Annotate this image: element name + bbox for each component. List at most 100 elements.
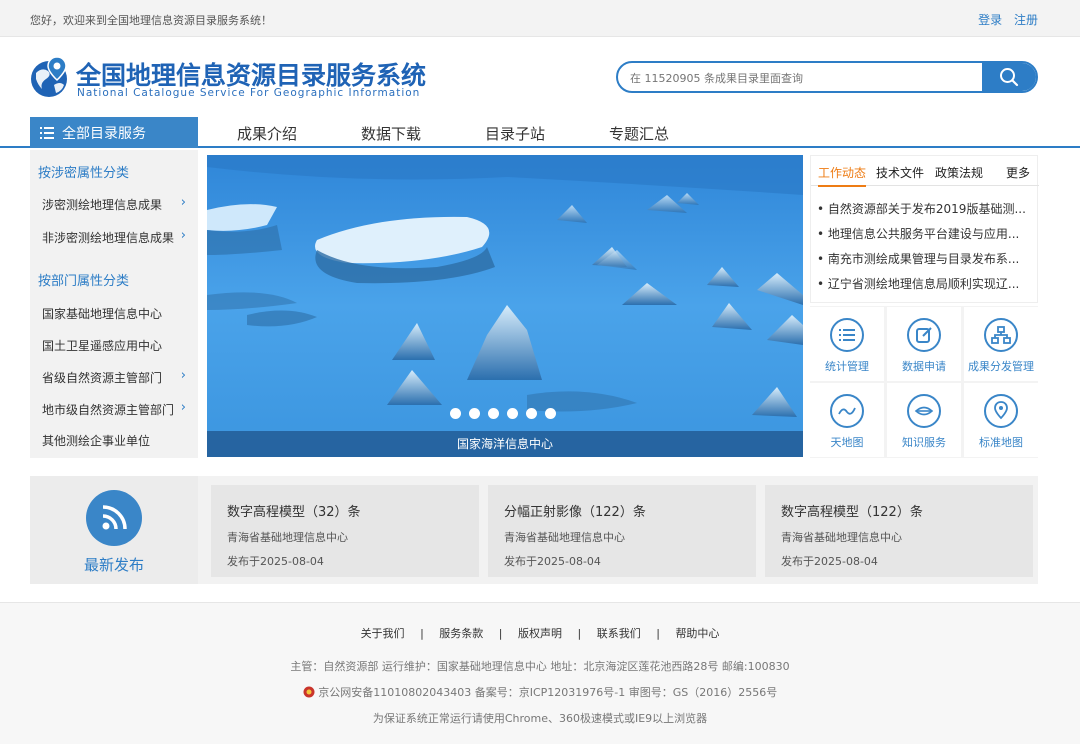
- news-item-text: 地理信息公共服务平台建设与应用...: [827, 227, 1020, 241]
- release-title: 分幅正射影像（122）条: [504, 505, 646, 520]
- footer-links: 关于我们 | 服务条款 | 版权声明 | 联系我们 | 帮助中心: [0, 625, 1080, 641]
- latest-releases: 最新发布 数字高程模型（32）条 青海省基础地理信息中心 发布于2025-08-…: [30, 476, 1038, 584]
- search-input[interactable]: [630, 69, 980, 87]
- quick-item-label: 标准地图: [979, 436, 1023, 449]
- chevron-right-icon: ›: [180, 368, 186, 383]
- quick-item-knowledge[interactable]: 知识服务: [887, 383, 961, 457]
- latest-label: 最新发布: [83, 556, 144, 574]
- footer-link-terms[interactable]: 服务条款: [439, 627, 483, 640]
- release-card[interactable]: 分幅正射影像（122）条 青海省基础地理信息中心 发布于2025-08-04: [488, 485, 756, 577]
- release-org: 青海省基础地理信息中心: [227, 531, 348, 544]
- search-icon: [1000, 68, 1019, 87]
- footer-line-admin: 主管：自然资源部 运行维护：国家基础地理信息中心 地址：北京海淀区莲花池西路28…: [290, 660, 790, 673]
- carousel-dot[interactable]: [507, 408, 518, 419]
- footer-separator: |: [577, 627, 582, 640]
- search-box: [616, 61, 1038, 93]
- release-org: 青海省基础地理信息中心: [781, 531, 902, 544]
- latest-label-box[interactable]: 最新发布: [30, 476, 198, 584]
- quick-links-grid: 统计管理 数据申请 成果分发管理 天地图 知识服务 标准地图: [810, 306, 1038, 458]
- footer-line-browser: 为保证系统正常运行请使用Chrome、360极速模式或IE9以上浏览器: [372, 712, 708, 725]
- network-icon: [907, 394, 941, 428]
- footer-record-text: 京公网安备11010802043403 备案号：京ICP12031976号-1 …: [318, 686, 778, 699]
- sidebar-heading-secrecy: 按涉密属性分类: [38, 166, 130, 181]
- banner-caption: 国家海洋信息中心: [207, 431, 803, 457]
- footer-link-copyright[interactable]: 版权声明: [518, 627, 562, 640]
- auth-links: 登录 注册: [970, 11, 1038, 28]
- carousel-dot[interactable]: [526, 408, 537, 419]
- chevron-right-icon: ›: [180, 400, 186, 415]
- tab-tech-docs[interactable]: 技术文件: [876, 164, 924, 181]
- all-catalog-label: 全部目录服务: [62, 125, 146, 142]
- menu-list-icon: [40, 126, 54, 139]
- footer-link-about[interactable]: 关于我们: [361, 627, 405, 640]
- sidebar-item-provincial[interactable]: 省级自然资源主管部门 ›: [42, 368, 192, 386]
- footer-link-help[interactable]: 帮助中心: [675, 627, 719, 640]
- carousel-dot[interactable]: [545, 408, 556, 419]
- quick-item-label: 统计管理: [825, 360, 869, 373]
- release-date: 发布于2025-08-04: [227, 555, 324, 568]
- news-item[interactable]: • 自然资源部关于发布2019版基础测...: [817, 200, 1026, 217]
- quick-item-standard-map[interactable]: 标准地图: [964, 383, 1038, 457]
- quick-item-tianditu[interactable]: 天地图: [810, 383, 884, 457]
- nav-item-topics[interactable]: 专题汇总: [609, 123, 669, 144]
- quick-item-label: 数据申请: [902, 360, 946, 373]
- sidebar-item-municipal[interactable]: 地市级自然资源主管部门 ›: [42, 400, 192, 418]
- all-catalog-button[interactable]: 全部目录服务: [30, 117, 198, 148]
- main-nav: 全部目录服务 成果介绍 数据下载 目录子站 专题汇总: [0, 117, 1080, 148]
- search-button[interactable]: [982, 63, 1036, 91]
- map-pin-icon: [984, 394, 1018, 428]
- nav-item-substation[interactable]: 目录子站: [485, 123, 545, 144]
- tab-policy[interactable]: 政策法规: [935, 164, 983, 181]
- tab-work-news[interactable]: 工作动态: [818, 164, 867, 187]
- sidebar-item-label: 非涉密测绘地理信息成果: [42, 231, 175, 245]
- release-card[interactable]: 数字高程模型（32）条 青海省基础地理信息中心 发布于2025-08-04: [211, 485, 479, 577]
- footer-separator: |: [656, 627, 660, 640]
- news-more-link[interactable]: 更多: [1006, 164, 1030, 181]
- nav-item-intro[interactable]: 成果介绍: [237, 123, 297, 144]
- login-link[interactable]: 登录: [978, 13, 1002, 27]
- release-card[interactable]: 数字高程模型（122）条 青海省基础地理信息中心 发布于2025-08-04: [765, 485, 1033, 577]
- sidebar-item-classified[interactable]: 涉密测绘地理信息成果 ›: [42, 195, 192, 213]
- news-tabs: 工作动态 技术文件 政策法规 更多: [811, 156, 1039, 187]
- site-footer: 关于我们 | 服务条款 | 版权声明 | 联系我们 | 帮助中心 主管：自然资源…: [0, 602, 1080, 744]
- chevron-right-icon: ›: [180, 195, 186, 210]
- carousel-dot[interactable]: [488, 408, 499, 419]
- sidebar-item-satellite-center[interactable]: 国土卫星遥感应用中心: [42, 337, 192, 354]
- release-org: 青海省基础地理信息中心: [504, 531, 625, 544]
- sidebar-item-label: 国家基础地理信息中心: [42, 307, 163, 321]
- sidebar-item-national-center[interactable]: 国家基础地理信息中心: [42, 305, 192, 322]
- top-bar: 您好，欢迎来到全国地理信息资源目录服务系统！ 登录 注册: [0, 0, 1080, 37]
- footer-separator: |: [420, 627, 424, 640]
- quick-item-distribution[interactable]: 成果分发管理: [964, 307, 1038, 381]
- sidebar-item-other-units[interactable]: 其他测绘企事业单位: [42, 432, 192, 449]
- news-item[interactable]: • 南充市测绘成果管理与目录发布系...: [817, 250, 1019, 267]
- police-badge-icon: [303, 686, 315, 698]
- release-title: 数字高程模型（32）条: [227, 505, 361, 520]
- sidebar-item-label: 省级自然资源主管部门: [42, 371, 163, 385]
- footer-separator: |: [498, 627, 503, 640]
- quick-item-data-request[interactable]: 数据申请: [887, 307, 961, 381]
- carousel-dots: [450, 408, 556, 419]
- welcome-text: 您好，欢迎来到全国地理信息资源目录服务系统！: [30, 14, 272, 27]
- news-item[interactable]: • 地理信息公共服务平台建设与应用...: [817, 225, 1019, 242]
- sidebar-item-unclassified[interactable]: 非涉密测绘地理信息成果 ›: [42, 228, 192, 246]
- footer-line-record: 京公网安备11010802043403 备案号：京ICP12031976号-1 …: [0, 684, 1080, 700]
- globe-logo-icon[interactable]: [30, 55, 70, 99]
- site-subtitle: National Catalogue Service For Geographi…: [77, 87, 421, 99]
- sidebar-item-label: 地市级自然资源主管部门: [42, 403, 175, 417]
- carousel-dot[interactable]: [450, 408, 461, 419]
- release-date: 发布于2025-08-04: [504, 555, 601, 568]
- nav-item-download[interactable]: 数据下载: [361, 123, 421, 144]
- news-item[interactable]: • 辽宁省测绘地理信息局顺利实现辽...: [817, 275, 1019, 292]
- release-title: 数字高程模型（122）条: [781, 505, 923, 520]
- carousel-dot[interactable]: [469, 408, 480, 419]
- quick-item-label: 天地图: [830, 436, 864, 449]
- footer-link-contact[interactable]: 联系我们: [597, 627, 641, 640]
- hero-banner[interactable]: 国家海洋信息中心: [207, 155, 803, 457]
- quick-item-statistics[interactable]: 统计管理: [810, 307, 884, 381]
- register-link[interactable]: 注册: [1014, 13, 1038, 27]
- sidebar-heading-department: 按部门属性分类: [38, 274, 130, 289]
- release-date: 发布于2025-08-04: [781, 555, 878, 568]
- chevron-right-icon: ›: [180, 228, 186, 243]
- quick-item-label: 知识服务: [902, 436, 946, 449]
